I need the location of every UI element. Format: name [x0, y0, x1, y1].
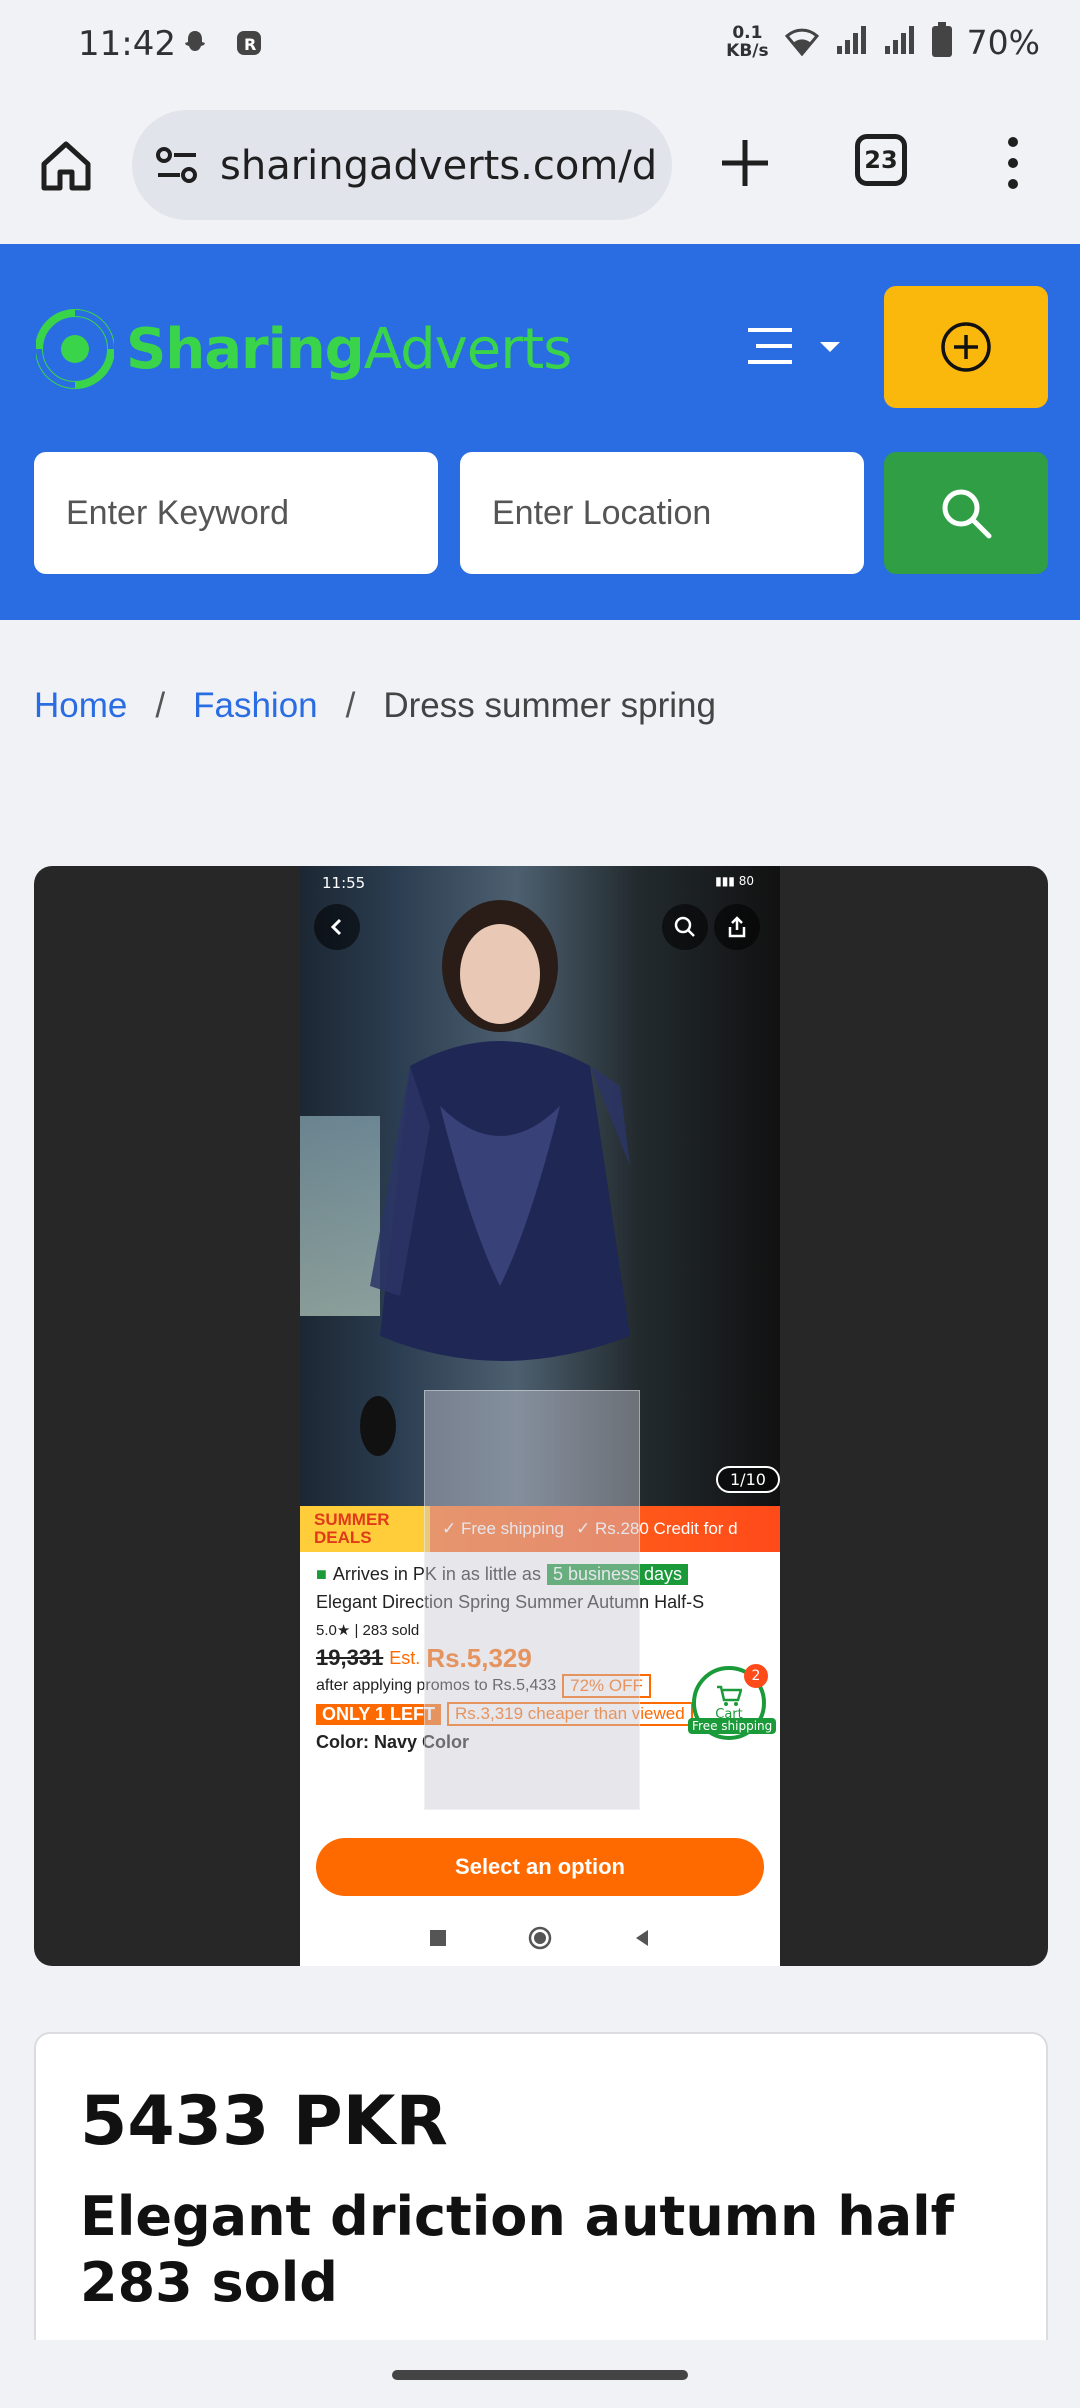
cart-icon	[717, 1685, 742, 1706]
logo-mark-icon	[36, 309, 114, 389]
status-notification-icons: R	[178, 26, 266, 60]
site-logo[interactable]: SharingAdverts	[36, 294, 573, 404]
screenshot-share-icon	[714, 904, 760, 950]
screenshot-search-icon	[662, 904, 708, 950]
wifi-icon	[783, 24, 821, 60]
back-triangle-icon	[636, 1930, 648, 1946]
url-text[interactable]: sharingadverts.com/d	[220, 143, 657, 189]
cart-free-shipping: Free shipping	[688, 1718, 777, 1734]
battery-icon	[931, 22, 953, 62]
logo-text: SharingAdverts	[126, 316, 573, 382]
plus-circle-icon	[941, 322, 991, 372]
deals-line-2: DEALS	[314, 1528, 372, 1547]
home-icon[interactable]	[36, 136, 96, 196]
tab-switcher-button[interactable]: 23	[855, 134, 907, 186]
post-ad-button[interactable]	[884, 286, 1048, 408]
keyword-input[interactable]	[34, 452, 438, 574]
location-input[interactable]	[460, 452, 864, 574]
site-settings-icon[interactable]	[154, 145, 200, 185]
network-speed: 0.1 KB/s	[726, 24, 768, 60]
logo-text-bold: Sharing	[126, 316, 365, 382]
screenshot-rating: 5.0★ | 283 sold	[316, 1622, 420, 1639]
network-speed-unit: KB/s	[726, 41, 769, 61]
product-title: Elegant driction autumn half 283 sold	[80, 2185, 955, 2314]
screenshot-est-label: Est.	[389, 1647, 421, 1668]
new-tab-icon[interactable]	[718, 136, 772, 190]
gesture-handle[interactable]	[392, 2370, 688, 2380]
cart-count-badge: 2	[744, 1664, 768, 1688]
site-header: SharingAdverts	[0, 244, 1080, 620]
signal-icon	[835, 24, 869, 60]
breadcrumb-separator: /	[155, 686, 166, 725]
breadcrumb-home[interactable]: Home	[34, 686, 127, 726]
screenshot-status-icons: ▮▮▮ 80	[715, 874, 754, 888]
system-gesture-area	[0, 2340, 1080, 2408]
recents-icon	[430, 1930, 446, 1946]
breadcrumb-category[interactable]: Fashion	[193, 686, 318, 726]
snapchat-icon	[178, 26, 212, 60]
deals-line-1: SUMMER	[314, 1510, 390, 1529]
nav-menu-toggle-icon[interactable]	[746, 322, 846, 372]
system-status-bar: 11:42 R 0.1 KB/s 70%	[0, 0, 1080, 92]
breadcrumb: Home / Fashion / Dress summer spring	[34, 686, 716, 726]
logo-text-light: Adverts	[363, 316, 573, 382]
app-notification-icon: R	[232, 26, 266, 60]
breadcrumb-current: Dress summer spring	[383, 686, 716, 725]
search-icon	[942, 489, 992, 539]
screenshot-back-icon	[314, 904, 360, 950]
signal-icon-2	[883, 24, 917, 60]
breadcrumb-separator: /	[345, 686, 356, 725]
product-price: 5433 PKR	[80, 2082, 448, 2161]
status-right-icons: 0.1 KB/s 70%	[726, 22, 1040, 62]
truck-icon: ■	[316, 1563, 327, 1584]
product-screenshot-image: 11:55 ▮▮▮ 80 1/10 SUMMER DEALS ✓ Free sh…	[300, 866, 780, 1966]
screenshot-select-option-button: Select an option	[316, 1838, 764, 1896]
product-image-viewer[interactable]: 11:55 ▮▮▮ 80 1/10 SUMMER DEALS ✓ Free sh…	[34, 866, 1048, 1966]
svg-text:R: R	[244, 35, 256, 54]
screenshot-old-price: 19,331	[316, 1645, 384, 1670]
search-button[interactable]	[884, 452, 1048, 574]
home-circle-icon	[528, 1926, 552, 1950]
screenshot-nav-bar	[300, 1910, 780, 1966]
network-speed-value: 0.1	[732, 23, 763, 43]
status-time: 11:42	[78, 24, 176, 64]
battery-level: 70%	[966, 22, 1040, 62]
summer-deals-badge: SUMMER DEALS	[300, 1506, 430, 1552]
screenshot-only-left: ONLY 1 LEFT	[316, 1703, 442, 1725]
search-row	[34, 452, 1048, 574]
browser-toolbar: sharingadverts.com/d 23	[0, 92, 1080, 244]
overflow-menu-icon[interactable]	[998, 132, 1028, 194]
nested-screenshot-overlay	[424, 1390, 640, 1810]
screenshot-page-indicator: 1/10	[716, 1466, 780, 1493]
address-bar[interactable]: sharingadverts.com/d	[132, 110, 672, 220]
screenshot-time: 11:55	[322, 874, 366, 892]
